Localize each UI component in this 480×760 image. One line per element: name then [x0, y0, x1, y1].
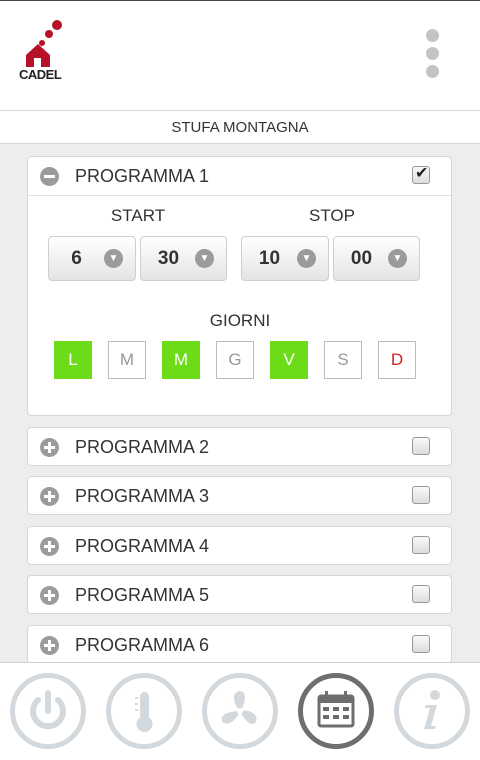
app-header: CADEL: [0, 0, 480, 111]
day-toggle-tuesday[interactable]: M: [108, 341, 146, 379]
bottom-nav: [0, 662, 480, 760]
stove-name: STUFA MONTAGNA: [0, 111, 480, 144]
chevron-down-icon: ▼: [388, 249, 407, 268]
info-icon: [424, 690, 440, 729]
program-panel-3[interactable]: PROGRAMMA 3: [27, 476, 452, 515]
start-hour-select[interactable]: 6 ▼: [48, 236, 136, 281]
start-minute-value: 30: [157, 248, 180, 269]
program-enable-checkbox[interactable]: ✔: [412, 165, 430, 184]
program-settings: START STOP 6 ▼ 30 ▼ 10 ▼ 00 ▼ GIORNI L M…: [28, 195, 451, 416]
program-panel-4[interactable]: PROGRAMMA 4: [27, 526, 452, 565]
stop-minute-select[interactable]: 00 ▼: [333, 236, 420, 281]
nav-schedule-button[interactable]: [298, 673, 374, 749]
program-title: PROGRAMMA 5: [75, 585, 210, 605]
calendar-icon: [317, 691, 355, 728]
day-toggle-monday[interactable]: L: [54, 341, 92, 379]
stop-minute-value: 00: [350, 248, 373, 269]
program-header-5[interactable]: PROGRAMMA 5: [28, 576, 451, 614]
program-enable-checkbox[interactable]: [412, 635, 430, 653]
start-minute-select[interactable]: 30 ▼: [140, 236, 227, 281]
program-panel-5[interactable]: PROGRAMMA 5: [27, 575, 452, 614]
program-enable-checkbox[interactable]: [412, 486, 430, 504]
program-title: PROGRAMMA 2: [75, 437, 210, 457]
program-title: PROGRAMMA 3: [75, 486, 210, 506]
program-header-4[interactable]: PROGRAMMA 4: [28, 527, 451, 565]
program-title: PROGRAMMA 4: [75, 536, 210, 556]
nav-power-button[interactable]: [10, 673, 86, 749]
stop-label: STOP: [309, 206, 355, 225]
program-header-6[interactable]: PROGRAMMA 6: [28, 626, 451, 662]
program-header-2[interactable]: PROGRAMMA 2: [28, 428, 451, 466]
thermometer-icon: [135, 692, 153, 732]
nav-info-button[interactable]: [394, 673, 470, 749]
nav-fan-button[interactable]: [202, 673, 278, 749]
day-toggle-saturday[interactable]: S: [324, 341, 362, 379]
stop-hour-value: 10: [258, 248, 281, 269]
collapse-icon[interactable]: [40, 167, 59, 186]
stop-hour-select[interactable]: 10 ▼: [241, 236, 329, 281]
expand-icon[interactable]: [40, 586, 59, 605]
day-toggle-sunday[interactable]: D: [378, 341, 416, 379]
start-label: START: [110, 206, 166, 225]
day-toggle-wednesday[interactable]: M: [162, 341, 200, 379]
program-panel-6[interactable]: PROGRAMMA 6: [27, 625, 452, 662]
chevron-down-icon: ▼: [195, 249, 214, 268]
program-title: PROGRAMMA 1: [75, 166, 210, 186]
expand-icon[interactable]: [40, 487, 59, 506]
start-hour-value: 6: [71, 248, 82, 269]
expand-icon[interactable]: [40, 438, 59, 457]
program-panel-1: PROGRAMMA 1 ✔ START STOP 6 ▼ 30 ▼ 10 ▼ 0…: [27, 156, 452, 416]
program-header-1[interactable]: PROGRAMMA 1 ✔: [28, 157, 451, 195]
program-enable-checkbox[interactable]: [412, 437, 430, 455]
chevron-down-icon: ▼: [297, 249, 316, 268]
power-icon: [30, 690, 66, 730]
program-title: PROGRAMMA 6: [75, 635, 210, 655]
expand-icon[interactable]: [40, 636, 59, 655]
logo-text: CADEL: [19, 67, 62, 82]
program-enable-checkbox[interactable]: [412, 536, 430, 554]
chevron-down-icon: ▼: [104, 249, 123, 268]
nav-temperature-button[interactable]: [106, 673, 182, 749]
fan-icon: [221, 691, 257, 725]
expand-icon[interactable]: [40, 537, 59, 556]
program-panel-2[interactable]: PROGRAMMA 2: [27, 427, 452, 466]
days-label: GIORNI: [209, 311, 271, 330]
program-header-3[interactable]: PROGRAMMA 3: [28, 477, 451, 515]
program-list[interactable]: PROGRAMMA 1 ✔ START STOP 6 ▼ 30 ▼ 10 ▼ 0…: [0, 144, 480, 662]
program-enable-checkbox[interactable]: [412, 585, 430, 603]
day-toggle-thursday[interactable]: G: [216, 341, 254, 379]
overflow-menu-icon[interactable]: [420, 29, 444, 83]
day-toggle-friday[interactable]: V: [270, 341, 308, 379]
